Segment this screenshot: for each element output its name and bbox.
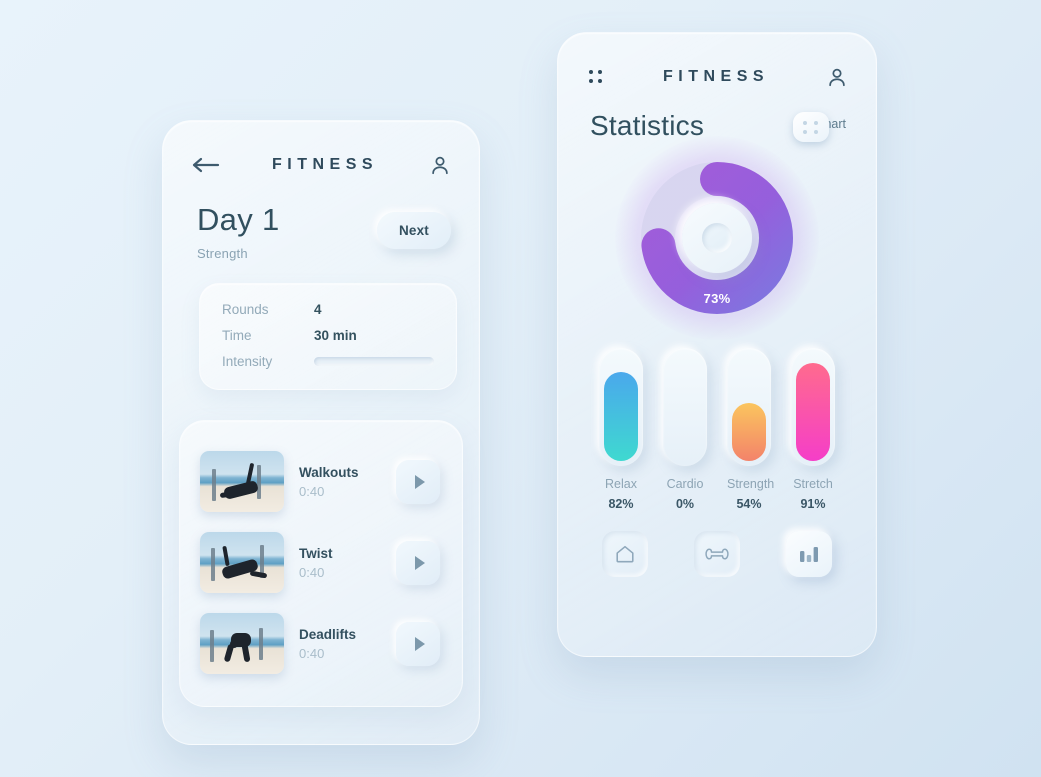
exercise-thumbnail [200, 613, 284, 674]
list-item[interactable]: Deadlifts 0:40 [180, 603, 462, 684]
stat-value: 4 [314, 302, 322, 317]
bar-fill [732, 403, 766, 461]
exercise-thumbnail [200, 451, 284, 512]
workout-header: FITNESS [163, 121, 479, 176]
exercise-duration: 0:40 [299, 645, 325, 661]
home-icon[interactable] [602, 531, 648, 577]
statistics-screen: FITNESS Statistics Chart 73% Relax 82% C… [557, 32, 877, 657]
stat-label: Time [222, 328, 252, 343]
bar-track [599, 348, 643, 466]
play-icon[interactable] [396, 459, 440, 504]
list-item[interactable]: Twist 0:40 [180, 522, 462, 603]
bottom-navigation [558, 531, 876, 577]
page-title: Day 1 [197, 202, 280, 237]
statistics-header: FITNESS [558, 33, 876, 88]
exercise-name: Twist [299, 545, 333, 561]
donut-center-hub [682, 203, 752, 273]
arrow-left-icon[interactable] [191, 156, 221, 174]
exercise-info: Twist 0:40 [284, 546, 396, 580]
play-icon[interactable] [396, 540, 440, 585]
stat-value: 30 min [314, 328, 357, 343]
bar-track [663, 348, 707, 466]
bar-column-stretch[interactable]: Stretch 91% [791, 348, 835, 511]
intensity-label: Intensity [222, 354, 273, 369]
day-heading-row: Day 1 Strength Next [163, 176, 479, 261]
bar-column-relax[interactable]: Relax 82% [599, 348, 643, 511]
bar-fill [796, 363, 830, 461]
grid-dots-icon [792, 112, 829, 142]
exercise-list: Walkouts 0:40 Twist 0:40 Deadlifts 0:40 [179, 420, 463, 707]
next-button[interactable]: Next [376, 212, 451, 249]
list-item[interactable]: Walkouts 0:40 [180, 441, 462, 522]
app-wordmark: FITNESS [662, 68, 770, 85]
workout-stats-card: Rounds 4 Time 30 min Intensity [199, 283, 457, 390]
user-icon[interactable] [826, 66, 848, 88]
chart-toggle-group: Chart [792, 110, 846, 142]
bar-label: Cardio [666, 477, 704, 491]
bar-label: Relax [605, 477, 637, 491]
exercise-name: Walkouts [299, 464, 359, 480]
play-icon[interactable] [396, 621, 440, 666]
bar-chart-icon[interactable] [786, 531, 832, 577]
exercise-name: Deadlifts [299, 626, 357, 642]
donut-value-label: 73% [703, 291, 731, 306]
bar-value: 0% [675, 497, 695, 511]
exercise-info: Walkouts 0:40 [284, 465, 396, 499]
bar-column-strength[interactable]: Strength 54% [727, 348, 775, 511]
grid-dots-icon[interactable] [586, 67, 606, 87]
stat-row-rounds: Rounds 4 [222, 302, 434, 317]
day-heading-group: Day 1 Strength [197, 204, 279, 261]
intensity-slider[interactable] [314, 357, 434, 366]
exercise-thumbnail [200, 532, 284, 593]
workout-screen: FITNESS Day 1 Strength Next Rounds 4 Tim… [162, 120, 480, 745]
app-wordmark: FITNESS [271, 156, 379, 173]
statistics-title-row: Statistics Chart [558, 88, 876, 142]
exercise-duration: 0:40 [299, 564, 325, 580]
bar-value: 91% [800, 497, 826, 511]
bar-label: Strength [727, 477, 775, 491]
bar-track [727, 348, 771, 466]
progress-donut-chart: 73% [558, 136, 876, 340]
exercise-duration: 0:40 [299, 483, 325, 499]
bar-label: Stretch [793, 477, 833, 491]
day-subtitle: Strength [197, 246, 248, 261]
page-title: Statistics [590, 110, 705, 141]
bar-track [791, 348, 835, 466]
user-icon[interactable] [429, 154, 451, 176]
exercise-info: Deadlifts 0:40 [284, 627, 396, 661]
stat-row-intensity: Intensity [222, 354, 434, 369]
bar-column-cardio[interactable]: Cardio 0% [663, 348, 707, 511]
activity-bar-chart: Relax 82% Cardio 0% Strength 54% Stretch… [558, 348, 876, 511]
dumbbell-icon[interactable] [694, 531, 740, 577]
stat-row-time: Time 30 min [222, 328, 434, 343]
bar-value: 82% [608, 497, 634, 511]
bar-fill [604, 372, 638, 461]
bar-value: 54% [736, 497, 762, 511]
stat-label: Rounds [222, 302, 269, 317]
